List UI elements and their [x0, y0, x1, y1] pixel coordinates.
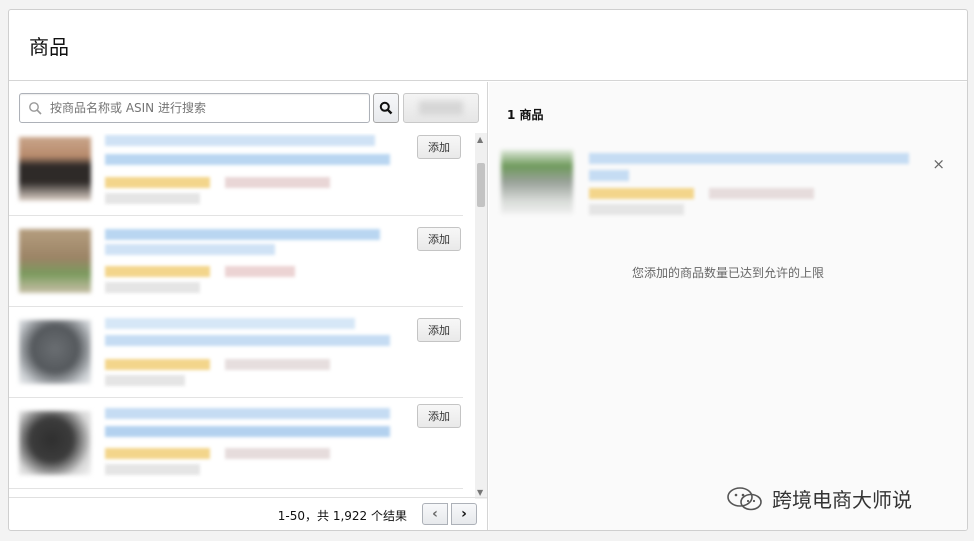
product-meta-blurred — [105, 282, 200, 293]
product-thumbnail — [501, 150, 573, 214]
list-scrollbar[interactable]: ▲ ▼ — [475, 133, 487, 499]
watermark-text: 跨境电商大师说 — [772, 488, 912, 512]
list-item: 添加 — [9, 216, 463, 307]
prev-page-button[interactable]: ‹ — [422, 503, 448, 525]
product-thumbnail — [19, 137, 91, 201]
product-title-blurred — [105, 408, 390, 419]
product-thumbnail — [19, 320, 91, 384]
list-item: 添加 — [9, 133, 463, 216]
selected-products-pane: 1 商品 × 您添加的商品数量已达到允许的上限 — [489, 82, 967, 530]
product-title-blurred — [105, 154, 390, 165]
product-title-blurred — [105, 135, 375, 146]
product-meta-blurred — [589, 204, 684, 215]
product-title-blurred — [105, 426, 390, 437]
products-panel: 商品 添加 — [8, 9, 968, 531]
list-item: 添加 — [9, 307, 463, 398]
product-title-blurred — [105, 244, 275, 255]
product-title-blurred — [105, 229, 380, 240]
blurred-label — [419, 101, 463, 115]
watermark: 跨境电商大师说 — [726, 484, 912, 513]
product-rating-blurred — [105, 266, 210, 277]
selected-count: 1 商品 — [507, 108, 544, 122]
product-rating-blurred — [105, 177, 210, 188]
add-button[interactable]: 添加 — [417, 135, 461, 159]
product-search-pane: 添加 添加 添加 — [9, 82, 488, 530]
product-price-blurred — [225, 177, 330, 188]
add-button[interactable]: 添加 — [417, 318, 461, 342]
selected-item — [501, 142, 961, 232]
list-footer: 1-50，共 1,922 个结果 ‹ › — [9, 497, 487, 530]
pagination: ‹ › — [422, 503, 477, 525]
product-thumbnail — [19, 229, 91, 293]
result-count: 1-50，共 1,922 个结果 — [277, 509, 407, 523]
product-price-blurred — [225, 359, 330, 370]
next-page-button[interactable]: › — [451, 503, 477, 525]
product-price-blurred — [225, 448, 330, 459]
page-title: 商品 — [29, 34, 69, 59]
search-icon — [29, 102, 42, 115]
limit-message: 您添加的商品数量已达到允许的上限 — [631, 266, 824, 280]
close-icon[interactable]: × — [932, 155, 945, 173]
panel-header: 商品 — [9, 10, 967, 81]
search-button[interactable] — [373, 93, 399, 123]
product-title-blurred — [105, 335, 390, 346]
wechat-icon — [727, 486, 762, 510]
search-field[interactable] — [19, 93, 370, 123]
product-thumbnail — [19, 411, 91, 475]
add-button[interactable]: 添加 — [417, 404, 461, 428]
product-price-blurred — [709, 188, 814, 199]
scrollbar-thumb[interactable] — [477, 163, 485, 207]
product-meta-blurred — [105, 464, 200, 475]
product-rating-blurred — [589, 188, 694, 199]
product-rating-blurred — [105, 359, 210, 370]
chevron-right-icon: › — [461, 506, 467, 522]
search-row — [19, 93, 479, 123]
add-button[interactable]: 添加 — [417, 227, 461, 251]
product-meta-blurred — [105, 193, 200, 204]
search-icon — [379, 101, 393, 115]
product-meta-blurred — [105, 375, 185, 386]
product-list: 添加 添加 添加 添加 — [9, 133, 475, 499]
chevron-left-icon: ‹ — [432, 506, 438, 522]
list-item: 添加 — [9, 398, 463, 489]
product-title-blurred — [589, 153, 909, 164]
product-rating-blurred — [105, 448, 210, 459]
scroll-down-icon[interactable]: ▼ — [477, 488, 483, 497]
product-title-blurred — [105, 318, 355, 329]
product-price-blurred — [225, 266, 295, 277]
search-input[interactable] — [50, 101, 350, 115]
filter-button[interactable] — [403, 93, 479, 123]
scroll-up-icon[interactable]: ▲ — [477, 135, 483, 144]
product-title-blurred — [589, 170, 629, 181]
